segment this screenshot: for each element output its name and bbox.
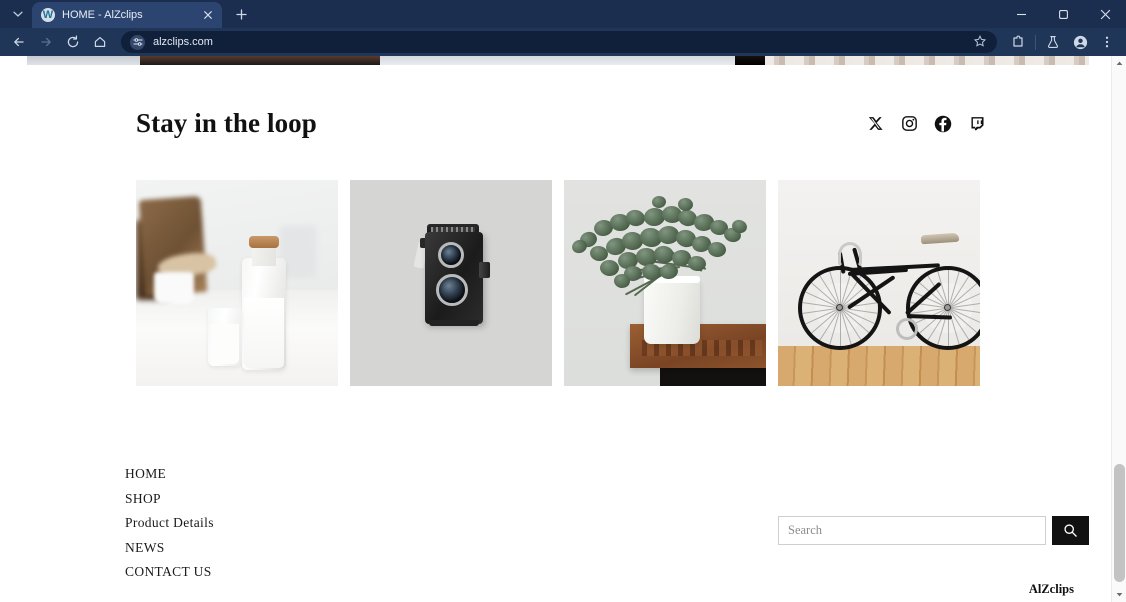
reload-icon [67,35,79,48]
glass-milk-fill [211,324,239,364]
home-button[interactable] [87,30,113,54]
facebook-icon[interactable] [934,115,952,133]
bicycle-handlebar [838,242,862,268]
chrome-menu-button[interactable] [1094,30,1120,54]
section-title: Stay in the loop [136,108,317,138]
arrow-right-icon [41,37,51,47]
cork-stopper [249,236,279,248]
twitch-icon[interactable] [968,115,986,133]
arrow-left-icon [14,37,24,47]
plus-icon [235,8,247,20]
social-links [866,115,986,133]
toolbar-divider [1035,34,1036,50]
chevron-down-icon [13,11,23,17]
window-minimize-button[interactable] [1000,0,1042,28]
camera-winding-knob [479,262,490,278]
window-controls [1000,0,1126,28]
gallery-image-vintage-camera[interactable] [350,180,552,386]
page-scrollbar[interactable] [1111,56,1126,602]
flask-icon [1047,36,1059,48]
puzzle-icon [1013,35,1023,47]
extensions-button[interactable] [1005,30,1031,54]
camera-viewing-lens [438,242,464,268]
tab-strip: W HOME - AlZclips [0,0,1126,28]
caret-up-icon [1116,61,1123,65]
forward-button[interactable] [33,30,59,54]
scroll-up-button[interactable] [1112,56,1126,71]
maximize-icon [1058,9,1068,19]
previous-section-cutoff [0,56,1111,65]
footer-search-form [778,516,1089,545]
caret-down-icon [1116,593,1123,597]
front-wheel [798,266,882,350]
cutoff-image-2 [140,56,380,65]
site-credit: AlZclips Powered by WordPress with WooCo… [851,581,1074,602]
footer-link-home[interactable]: HOME [125,462,214,487]
scroll-down-button[interactable] [1112,587,1126,602]
browser-toolbar: alzclips.com [0,28,1126,56]
footer-link-contact-us[interactable]: CONTACT US [125,560,214,585]
search-input[interactable] [778,516,1046,545]
footer-link-product-details[interactable]: Product Details [125,511,214,536]
home-icon [94,37,106,47]
account-icon [1073,35,1087,49]
cutoff-image-3 [380,56,735,65]
site-name: AlZclips [1028,582,1074,596]
plant-leaf [613,273,631,289]
gallery-image-bicycle[interactable] [778,180,980,386]
search-submit-button[interactable] [1052,516,1089,545]
background-cup [154,272,194,304]
tab-search-button[interactable] [4,1,32,27]
wordpress-icon: W [41,8,55,22]
camera-taking-lens [436,274,468,306]
kebab-menu-icon [1105,36,1109,48]
reload-button[interactable] [60,30,86,54]
browser-tab-active[interactable]: W HOME - AlZclips [32,2,222,28]
rear-wheel [906,266,980,350]
labs-button[interactable] [1040,30,1066,54]
cutoff-image-1 [27,56,140,65]
back-button[interactable] [6,30,32,54]
wooden-floor [778,346,980,386]
powered-by-line: Powered by WordPress with WooCommerce [851,598,1074,602]
footer-navigation: HOME SHOP Product Details NEWS CONTACT U… [125,462,214,585]
search-icon [1064,524,1077,537]
stay-in-the-loop-header: Stay in the loop [0,108,1111,139]
close-icon [1100,9,1110,19]
image-gallery [136,180,980,386]
profile-button[interactable] [1067,30,1093,54]
bookmark-star-icon[interactable] [973,34,987,50]
plant-leaf [707,241,727,258]
address-bar[interactable]: alzclips.com [121,31,997,53]
instagram-icon[interactable] [900,115,918,133]
camera-base [429,320,479,326]
bicycle-chainring [896,318,918,340]
table-shadow [660,366,766,386]
plant-leaf [651,195,667,209]
x-twitter-icon[interactable] [866,115,884,133]
minimize-icon [1016,13,1026,15]
new-tab-button[interactable] [228,1,254,27]
cutoff-image-4 [735,56,765,65]
footer-link-news[interactable]: NEWS [125,536,214,561]
cutoff-image-5 [765,56,1089,65]
tune-icon[interactable] [130,34,145,50]
gallery-image-milk-bottle[interactable] [136,180,338,386]
tab-title: HOME - AlZclips [62,9,143,21]
window-close-button[interactable] [1084,0,1126,28]
footer-link-shop[interactable]: SHOP [125,487,214,512]
scrollbar-thumb[interactable] [1114,464,1125,582]
page-content: Stay in the loop HOME SHOP Product Detai… [0,56,1111,602]
wheel-hub [944,304,951,311]
address-bar-url: alzclips.com [153,36,213,48]
wheel-hub [836,304,843,311]
ceramic-pot [644,278,700,344]
close-icon[interactable] [200,7,216,23]
gallery-image-eucalyptus-plant[interactable] [564,180,766,386]
page-viewport: Stay in the loop HOME SHOP Product Detai… [0,56,1126,602]
browser-window: W HOME - AlZclips alzclips.com Stay in t… [0,0,1126,602]
window-maximize-button[interactable] [1042,0,1084,28]
milk-fill [244,298,284,368]
